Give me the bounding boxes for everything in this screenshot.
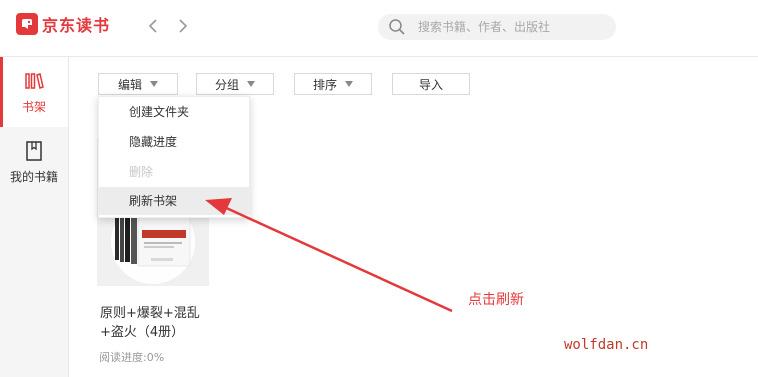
annotation-arrow (205, 198, 453, 313)
watermark: wolfdan.cn (564, 337, 649, 353)
annotation-text: 点击刷新 (468, 292, 524, 308)
